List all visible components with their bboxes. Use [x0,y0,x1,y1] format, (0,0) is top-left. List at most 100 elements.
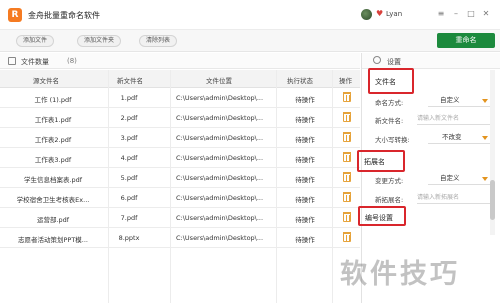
exec-status: 待操作 [295,136,315,144]
table-row[interactable]: 运营部.pdf 7.pdf C:\Users\admin\Desktop\... 待操… [0,208,360,228]
user-avatar[interactable] [361,9,372,20]
trash-icon[interactable] [343,212,351,222]
minimize-button[interactable]: – [451,9,461,19]
col-status[interactable]: 执行状态 [287,75,313,85]
original-filename: 学生信息档案表.pdf [23,176,83,184]
original-filename: 工作表3.pdf [34,156,72,164]
exec-status: 待操作 [295,96,315,104]
add-file-button[interactable]: 添加文件 [16,35,55,47]
file-location: C:\Users\admin\Desktop\... [176,194,264,202]
change-mode-label: 变更方式: [375,177,404,185]
file-count-label: 文件数量 [21,58,49,66]
new-filename: 8.pptx [118,234,140,242]
table-body: 工作 (1).pdf 1.pdf C:\Users\admin\Desktop\..… [0,88,360,248]
new-filename: 6.pdf [120,194,138,202]
file-count-value: (8) [67,57,77,65]
new-ext-input[interactable]: 请输入新拓展名 [417,192,491,204]
section-numbering[interactable]: 编号设置 [365,213,393,223]
gear-icon [373,56,381,64]
col-original-name[interactable]: 源文件名 [33,75,59,85]
table-row[interactable]: 学生信息档案表.pdf 5.pdf C:\Users\admin\Desktop\.… [0,168,360,188]
new-ext-label: 新拓展名: [375,196,404,204]
trash-icon[interactable] [343,172,351,182]
chevron-down-icon [482,177,488,181]
exec-status: 待操作 [295,236,315,244]
exec-status: 待操作 [295,216,315,224]
chevron-down-icon [482,99,488,103]
naming-mode-value: 自定义 [440,96,460,104]
watermark: 软件技巧 [340,259,460,290]
original-filename: 运营部.pdf [36,216,70,224]
new-filename: 3.pdf [120,134,138,142]
exec-status: 待操作 [295,176,315,184]
original-filename: 工作表1.pdf [34,116,72,124]
table-row[interactable]: 工作表1.pdf 2.pdf C:\Users\admin\Desktop\... 待… [0,108,360,128]
new-name-input[interactable]: 请输入新文件名 [417,113,491,125]
chevron-down-icon [482,136,488,140]
file-location: C:\Users\admin\Desktop\... [176,234,264,242]
table-row[interactable]: 工作表2.pdf 3.pdf C:\Users\admin\Desktop\... 待… [0,128,360,148]
section-extension[interactable]: 拓展名 [364,157,385,167]
column-divider [332,70,333,303]
trash-icon[interactable] [343,232,351,242]
app-title: 金舟批量重命名软件 [28,11,100,20]
add-folder-button[interactable]: 添加文件夹 [77,35,122,47]
clear-list-button[interactable]: 清除列表 [139,35,178,47]
file-location: C:\Users\admin\Desktop\... [176,214,264,222]
change-mode-select[interactable]: 自定义 [428,173,490,185]
app-logo-icon: R [8,8,22,22]
section-filename[interactable]: 文件名 [375,77,396,87]
new-filename: 1.pdf [120,94,138,102]
naming-mode-select[interactable]: 自定义 [428,95,490,107]
column-divider [276,70,277,303]
trash-icon[interactable] [343,112,351,122]
table-row[interactable]: 工作表3.pdf 4.pdf C:\Users\admin\Desktop\... 待… [0,148,360,168]
table-row[interactable]: 志愿者活动策划PPT模... 8.pptx C:\Users\admin\Deskt… [0,228,360,248]
col-action: 操作 [339,77,352,85]
new-filename: 7.pdf [120,214,138,222]
case-value: 不改变 [442,133,462,141]
column-divider [108,70,109,303]
new-name-label: 新文件名: [375,117,404,125]
trash-icon[interactable] [343,152,351,162]
file-list-icon [8,57,16,65]
file-location: C:\Users\admin\Desktop\... [176,134,264,142]
file-location: C:\Users\admin\Desktop\... [176,174,264,182]
close-button[interactable]: ✕ [481,9,491,19]
case-select[interactable]: 不改变 [428,132,490,144]
naming-mode-label: 命名方式: [375,99,404,107]
file-table: 源文件名 新文件名 文件位置 执行状态 操作 工作 (1).pdf 1.pdf C:… [0,70,360,248]
original-filename: 志愿者活动策划PPT模... [17,236,88,244]
col-new-name[interactable]: 新文件名 [117,75,143,85]
toolbar: 添加文件 添加文件夹 清除列表 重命名 [0,30,500,52]
new-filename: 4.pdf [120,154,138,162]
settings-title: 设置 [387,58,401,66]
original-filename: 工作表2.pdf [34,136,72,144]
settings-scrollbar[interactable] [490,70,495,235]
exec-status: 待操作 [295,156,315,164]
trash-icon[interactable] [343,132,351,142]
column-divider [170,70,171,303]
file-location: C:\Users\admin\Desktop\... [176,94,264,102]
rename-button[interactable]: 重命名 [437,33,495,48]
new-filename: 5.pdf [120,174,138,182]
new-filename: 2.pdf [120,114,138,122]
change-mode-value: 自定义 [440,174,460,182]
maximize-button[interactable]: □ [466,9,476,19]
table-row[interactable]: 学校宿舍卫生考核表Ex... 6.pdf C:\Users\admin\Deskto… [0,188,360,208]
table-header: 源文件名 新文件名 文件位置 执行状态 操作 [0,70,360,88]
user-name[interactable]: Lyan [386,10,402,18]
menu-icon[interactable]: ≡ [436,9,446,19]
table-row[interactable]: 工作 (1).pdf 1.pdf C:\Users\admin\Desktop\..… [0,88,360,108]
trash-icon[interactable] [343,192,351,202]
scrollbar-thumb[interactable] [490,180,495,220]
settings-header: 设置 [362,53,500,69]
vip-heart-icon: ♥ [376,9,384,18]
exec-status: 待操作 [295,116,315,124]
exec-status: 待操作 [295,196,315,204]
col-location[interactable]: 文件位置 [206,75,232,85]
file-location: C:\Users\admin\Desktop\... [176,114,264,122]
original-filename: 工作 (1).pdf [34,96,72,104]
trash-icon[interactable] [343,92,351,102]
case-label: 大小写转换: [375,136,410,144]
